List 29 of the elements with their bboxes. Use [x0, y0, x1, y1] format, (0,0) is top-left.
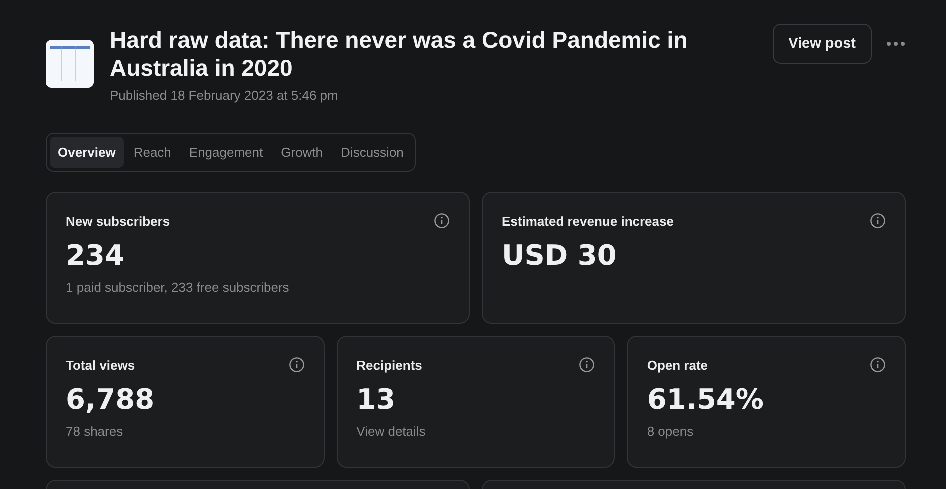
- stat-value: 61.54%: [647, 383, 765, 416]
- info-icon[interactable]: [434, 213, 450, 229]
- stat-detail: 8 opens: [647, 424, 695, 439]
- published-date: Published 18 February 2023 at 5:46 pm: [110, 88, 340, 103]
- tab[interactable]: Growth: [273, 137, 332, 168]
- tab[interactable]: Reach: [126, 137, 180, 168]
- info-icon[interactable]: [870, 213, 886, 229]
- tab[interactable]: Discussion: [333, 137, 412, 168]
- stat-label: New subscribers: [66, 214, 170, 228]
- info-icon[interactable]: [288, 357, 305, 373]
- stat-label: Open rate: [647, 358, 708, 372]
- table-thumbnail-drawing: [46, 40, 94, 88]
- more-options-icon[interactable]: [886, 41, 906, 47]
- stat-value: 13: [356, 383, 397, 416]
- tab[interactable]: Overview: [50, 137, 124, 168]
- post-title: Hard raw data: There never was a Covid Pandemic in Australia in 2020: [110, 26, 689, 82]
- view-post-button[interactable]: View post: [772, 24, 872, 64]
- info-icon[interactable]: [579, 357, 596, 373]
- tab[interactable]: Engagement: [181, 137, 272, 168]
- stat-detail: View details: [356, 424, 427, 439]
- stat-value: USD 30: [502, 239, 618, 272]
- stat-label: Estimated revenue increase: [502, 214, 674, 228]
- stat-detail: 78 shares: [66, 424, 124, 439]
- stat-label: Total views: [66, 358, 136, 372]
- stat-label: Recipients: [356, 358, 422, 372]
- stat-value: 6,788: [66, 383, 156, 416]
- stat-detail: 1 paid subscriber, 233 free subscribers: [66, 280, 290, 295]
- stat-value: 234: [66, 239, 126, 272]
- info-icon[interactable]: [870, 357, 886, 373]
